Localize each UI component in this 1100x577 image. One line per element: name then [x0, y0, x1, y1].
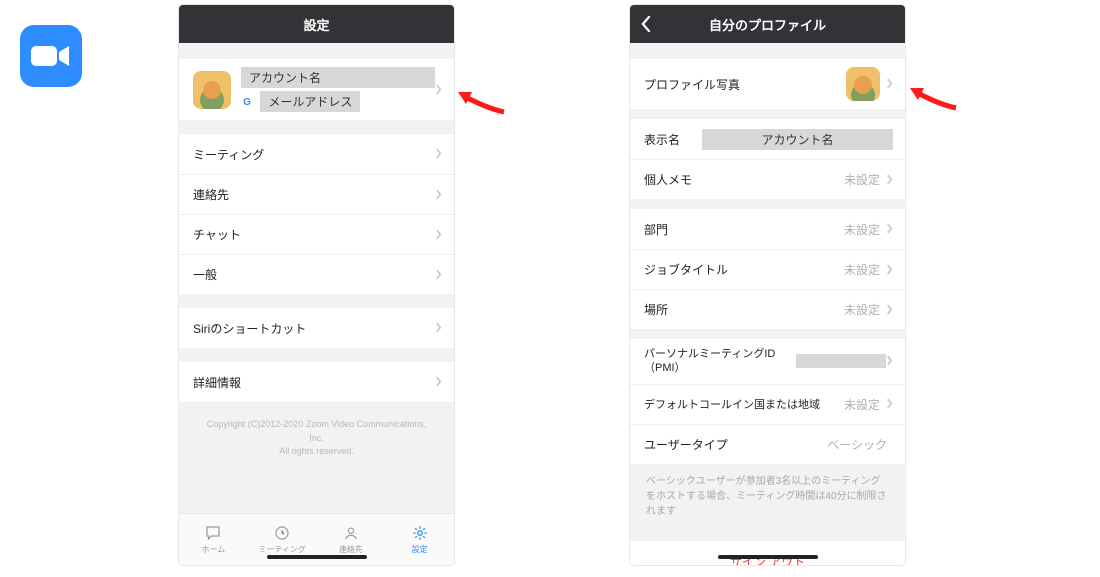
display-name-value: アカウント名	[702, 129, 893, 150]
avatar	[193, 71, 231, 109]
menu-details[interactable]: 詳細情報	[179, 362, 454, 402]
row-profile-photo[interactable]: プロファイル写真	[630, 59, 905, 109]
settings-screen: 設定 アカウント名 G メールアドレス ミーティング	[179, 5, 454, 565]
account-name: アカウント名	[241, 67, 435, 88]
row-department[interactable]: 部門 未設定	[630, 209, 905, 249]
row-callin[interactable]: デフォルトコールイン国または地域 未設定	[630, 384, 905, 424]
chevron-right-icon	[435, 147, 442, 161]
menu-contacts[interactable]: 連絡先	[179, 174, 454, 214]
chevron-right-icon	[886, 303, 893, 317]
row-pmi[interactable]: パーソナルミーティングID（PMI）	[630, 339, 905, 384]
chevron-right-icon	[435, 268, 442, 282]
chevron-right-icon	[886, 354, 893, 368]
zoom-app-icon	[20, 25, 82, 87]
chevron-right-icon	[435, 321, 442, 335]
header: 設定	[179, 5, 454, 43]
row-usertype: ユーザータイプ ベーシック	[630, 424, 905, 464]
chevron-right-icon	[435, 375, 442, 389]
account-row[interactable]: アカウント名 G メールアドレス	[179, 59, 454, 120]
chevron-right-icon	[435, 228, 442, 242]
chevron-right-icon	[435, 83, 442, 97]
back-button[interactable]	[640, 5, 651, 43]
chevron-right-icon	[886, 222, 893, 236]
copyright-text: Copyright (C)2012-2020 Zoom Video Commun…	[179, 402, 454, 475]
menu-siri[interactable]: Siriのショートカット	[179, 308, 454, 348]
chevron-right-icon	[886, 263, 893, 277]
header-title: 設定	[303, 15, 329, 34]
chevron-right-icon	[435, 188, 442, 202]
tab-home[interactable]: ホーム	[179, 514, 248, 565]
clock-icon	[272, 524, 292, 542]
menu-meeting[interactable]: ミーティング	[179, 134, 454, 174]
home-indicator	[267, 555, 367, 559]
usertype-note: ベーシックユーザーが参加者3名以上のミーティングをホストする場合、ミーティング時…	[630, 464, 905, 529]
header-title: 自分のプロファイル	[709, 15, 826, 34]
row-memo[interactable]: 個人メモ 未設定	[630, 159, 905, 199]
row-display-name[interactable]: 表示名 アカウント名	[630, 119, 905, 159]
tab-settings[interactable]: 設定	[385, 514, 454, 565]
menu-chat[interactable]: チャット	[179, 214, 454, 254]
annotation-arrow-icon	[908, 82, 958, 112]
chevron-right-icon	[886, 77, 893, 91]
account-email: メールアドレス	[260, 91, 360, 112]
row-jobtitle[interactable]: ジョブタイトル 未設定	[630, 249, 905, 289]
signout-button[interactable]: サイン アウト	[630, 541, 905, 565]
chat-bubble-icon	[203, 524, 223, 542]
chevron-right-icon	[886, 173, 893, 187]
gear-icon	[410, 524, 430, 542]
home-indicator	[718, 555, 818, 559]
header: 自分のプロファイル	[630, 5, 905, 43]
person-icon	[341, 524, 361, 542]
avatar	[846, 67, 880, 101]
menu-general[interactable]: 一般	[179, 254, 454, 294]
google-icon: G	[241, 97, 253, 109]
chevron-right-icon	[886, 397, 893, 411]
row-location[interactable]: 場所 未設定	[630, 289, 905, 329]
pmi-value-masked	[796, 354, 886, 368]
profile-screen: 自分のプロファイル プロファイル写真 表示名 アカウント名 個人メモ 未設定 部…	[630, 5, 905, 565]
annotation-arrow-icon	[456, 86, 506, 116]
